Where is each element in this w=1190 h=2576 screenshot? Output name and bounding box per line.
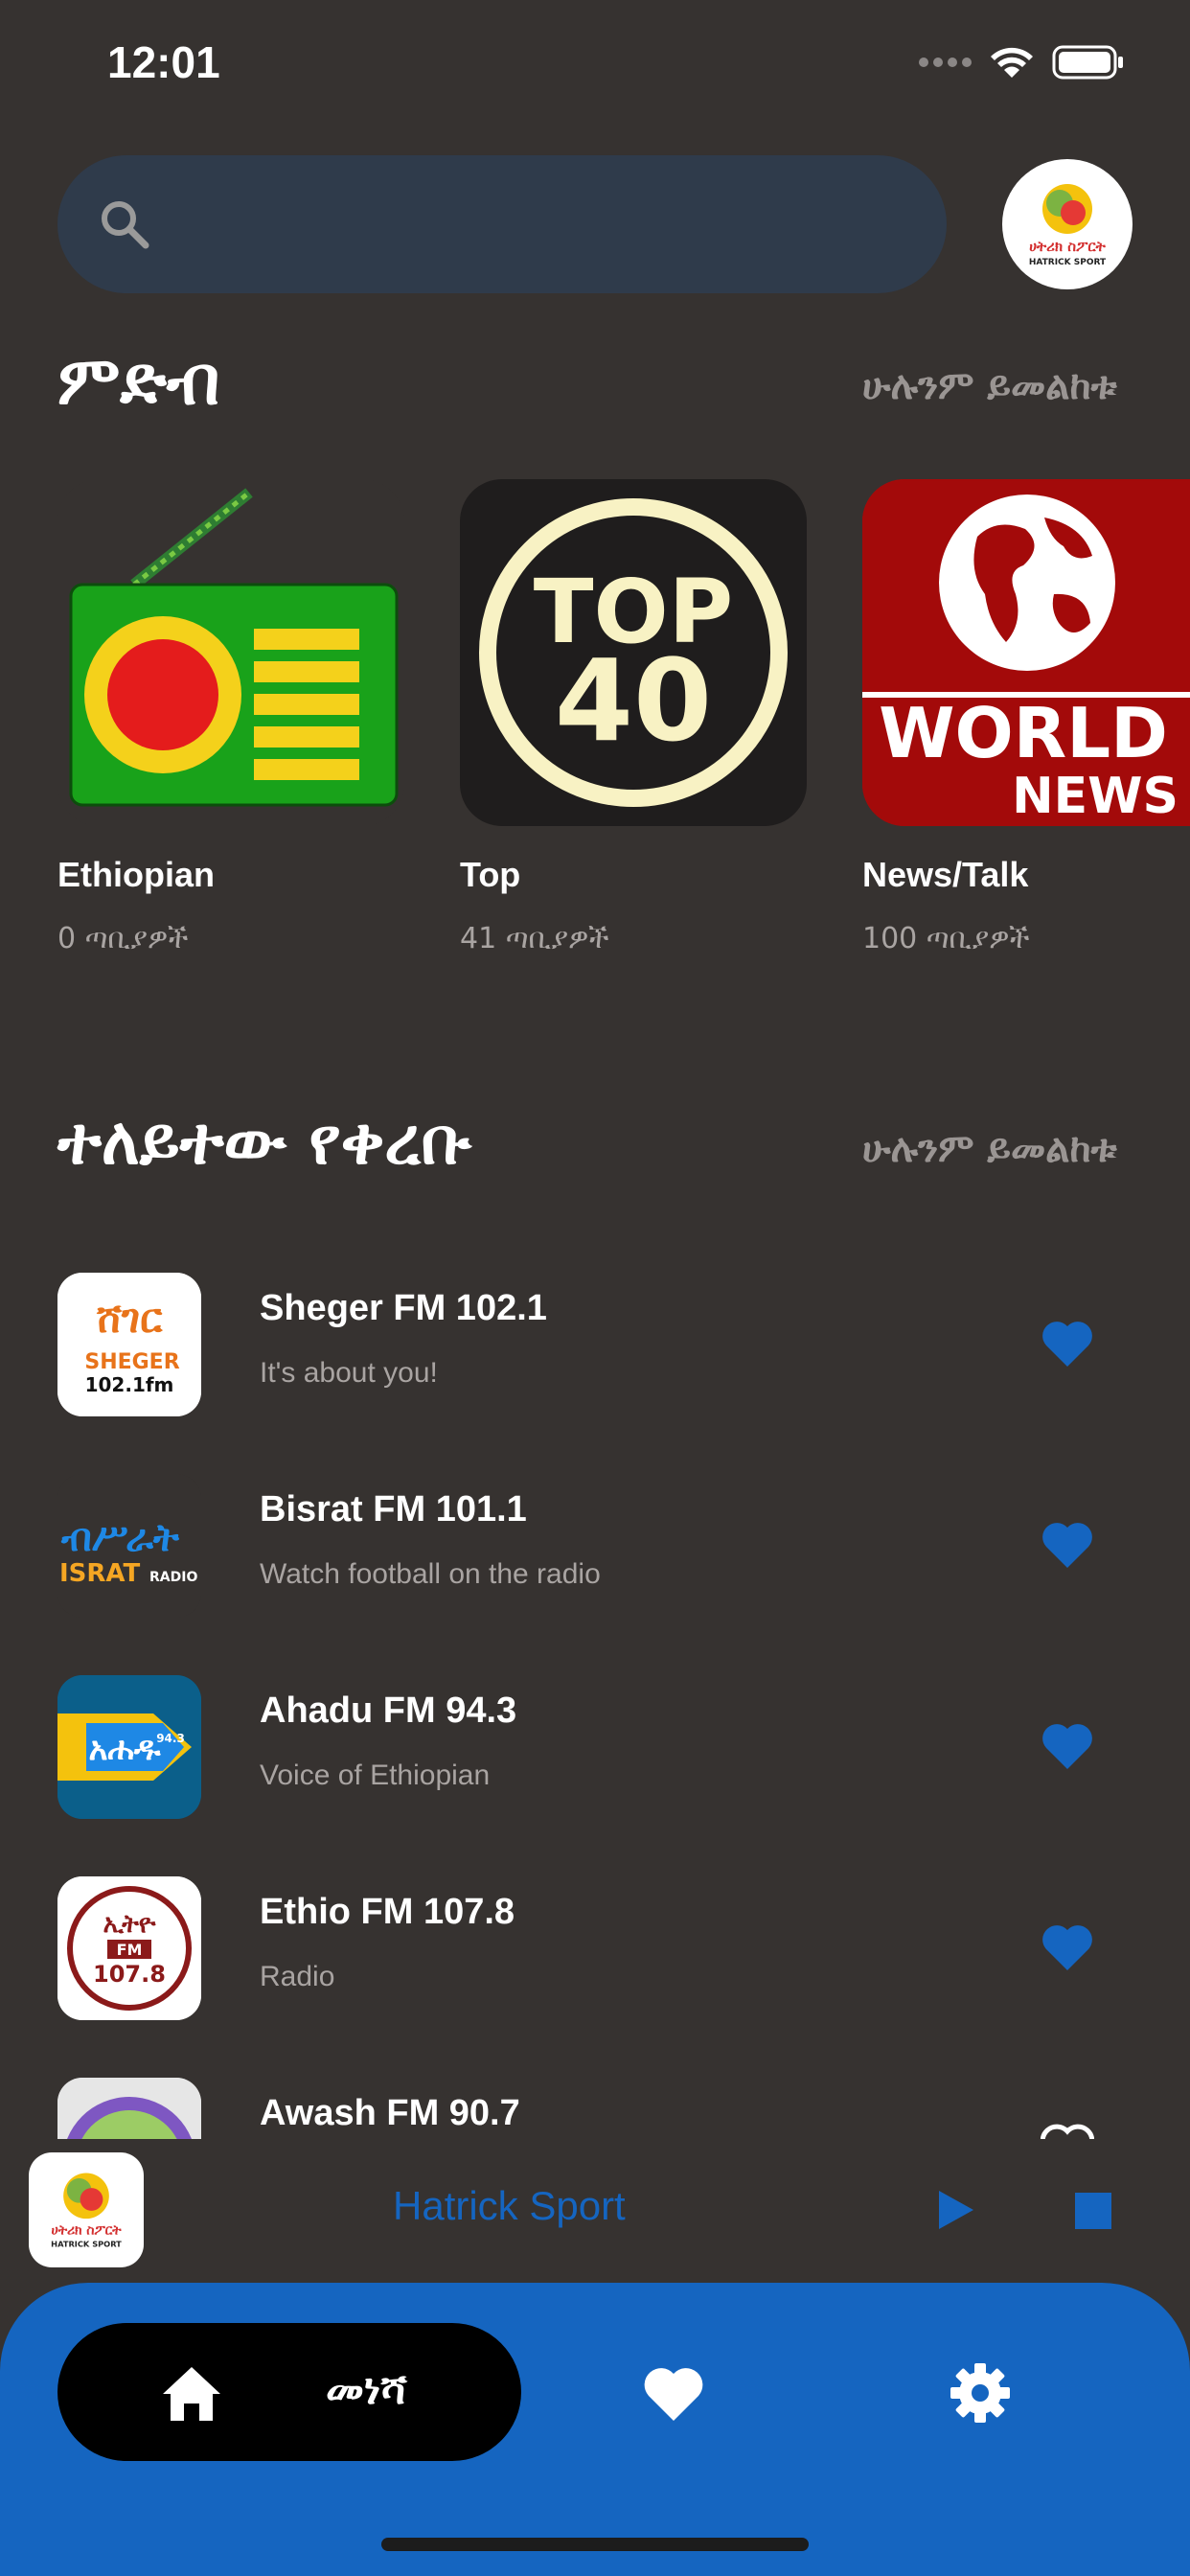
category-count: 41 ጣቢያዎች <box>460 922 609 955</box>
station-subtitle: Voice of Ethiopian <box>260 1760 491 1791</box>
category-name: Top <box>460 855 521 894</box>
search-input[interactable] <box>57 155 947 293</box>
play-icon[interactable] <box>937 2189 975 2231</box>
svg-text:HATRICK SPORT: HATRICK SPORT <box>1029 258 1107 267</box>
nav-settings-gear-icon[interactable] <box>949 2361 1012 2425</box>
station-name: Sheger FM 102.1 <box>260 1288 547 1328</box>
ethiopian-radio-icon <box>57 479 404 826</box>
svg-text:ISRAT: ISRAT <box>59 1559 141 1588</box>
station-row[interactable]: ኢትዮ FM 107.8 Ethio FM 107.8 Radio <box>57 1876 1133 2020</box>
category-count: 0 ጣቢያዎች <box>57 922 189 955</box>
categories-see-all-link[interactable]: ሁሉንም ይመልከቱ <box>862 364 1117 408</box>
svg-text:ሀትሪክ ስፖርት: ሀትሪክ ስፖርት <box>1029 238 1106 255</box>
category-name: News/Talk <box>862 855 1029 894</box>
svg-text:ብሥራት: ብሥራት <box>60 1516 180 1560</box>
svg-text:SHEGER: SHEGER <box>84 1350 179 1374</box>
cellular-signal-icon <box>919 58 972 67</box>
categories-title: ምድብ <box>57 341 220 420</box>
favorite-heart-icon[interactable] <box>1041 1520 1094 1570</box>
favorite-heart-icon[interactable] <box>1041 1922 1094 1972</box>
hatrick-sport-logo: ሀትሪክ ስፖርት HATRICK SPORT <box>1029 184 1107 267</box>
favorite-heart-icon[interactable] <box>1041 1319 1094 1368</box>
svg-text:WORLD: WORLD <box>879 693 1168 773</box>
svg-text:FM: FM <box>117 1941 143 1959</box>
status-icons <box>919 44 1125 80</box>
station-row[interactable]: አሐዱ 94.3 Ahadu FM 94.3 Voice of Ethiopia… <box>57 1675 1133 1819</box>
svg-text:40: 40 <box>555 634 712 767</box>
home-indicator <box>381 2538 809 2551</box>
mini-player[interactable]: ሀትሪክ ስፖርት HATRICK SPORT Hatrick Sport <box>0 2139 1190 2283</box>
now-playing-title: Hatrick Sport <box>393 2183 626 2228</box>
home-icon <box>163 2367 220 2421</box>
nav-home-label: መነሻ <box>326 2365 407 2414</box>
featured-title: ተለይተው የቀረቡ <box>57 1104 471 1180</box>
station-name: Ethio FM 107.8 <box>260 1892 515 1932</box>
svg-text:94.3: 94.3 <box>156 1732 185 1745</box>
top40-icon: TOP 40 <box>460 479 807 826</box>
wifi-icon <box>991 47 1033 78</box>
battery-icon <box>1052 45 1123 80</box>
svg-text:NEWS: NEWS <box>1012 768 1179 825</box>
svg-text:ሸገር: ሸገር <box>96 1295 163 1342</box>
nav-home-tab[interactable]: መነሻ <box>57 2323 521 2461</box>
station-name: Bisrat FM 101.1 <box>260 1489 527 1530</box>
svg-text:102.1fm: 102.1fm <box>85 1373 174 1396</box>
stop-icon[interactable] <box>1075 2193 1111 2229</box>
category-count: 100 ጣቢያዎች <box>862 922 1030 955</box>
search-icon <box>102 201 149 249</box>
svg-text:HATRICK SPORT: HATRICK SPORT <box>51 2240 122 2249</box>
svg-text:ኢትዮ: ኢትዮ <box>103 1910 156 1939</box>
station-name: Ahadu FM 94.3 <box>260 1690 517 1731</box>
mini-player-logo: ሀትሪክ ስፖርት HATRICK SPORT <box>29 2152 144 2267</box>
category-name: Ethiopian <box>57 855 215 894</box>
station-subtitle: Radio <box>260 1961 335 1992</box>
svg-text:107.8: 107.8 <box>93 1961 166 1988</box>
nav-favorites-heart-icon[interactable] <box>642 2365 705 2423</box>
svg-text:ሀትሪክ ስፖርት: ሀትሪክ ስፖርት <box>52 2223 123 2239</box>
station-subtitle: It's about you! <box>260 1357 438 1389</box>
station-row[interactable]: ብሥራት ISRAT RADIO Bisrat FM 101.1 Watch f… <box>57 1474 1133 1618</box>
category-card-ethiopian[interactable]: Ethiopian 0 ጣቢያዎች <box>57 479 404 955</box>
featured-see-all-link[interactable]: ሁሉንም ይመልከቱ <box>862 1127 1117 1171</box>
station-row[interactable]: ሸገር SHEGER 102.1fm Sheger FM 102.1 It's … <box>57 1273 1133 1416</box>
profile-avatar[interactable]: ሀትሪክ ስፖርት HATRICK SPORT <box>1002 159 1133 289</box>
status-bar: 12:01 <box>0 0 1190 134</box>
svg-text:RADIO: RADIO <box>149 1570 197 1585</box>
status-time: 12:01 <box>107 37 220 87</box>
sheger-fm-logo: ሸገር SHEGER 102.1fm <box>57 1273 201 1416</box>
hatrick-sport-logo: ሀትሪክ ስፖርት HATRICK SPORT <box>51 2173 123 2249</box>
category-card-top[interactable]: TOP 40 Top 41 ጣቢያዎች <box>460 479 807 955</box>
station-subtitle: Watch football on the radio <box>260 1558 601 1590</box>
favorite-heart-icon[interactable] <box>1041 1721 1094 1771</box>
ethio-fm-logo: ኢትዮ FM 107.8 <box>57 1876 201 2020</box>
world-news-icon: WORLD NEWS <box>862 479 1190 826</box>
station-name: Awash FM 90.7 <box>260 2093 520 2133</box>
ahadu-fm-logo: አሐዱ 94.3 <box>57 1675 201 1819</box>
bisrat-fm-logo: ብሥራት ISRAT RADIO <box>57 1474 201 1618</box>
svg-text:አሐዱ: አሐዱ <box>89 1730 161 1768</box>
category-card-news-talk[interactable]: WORLD NEWS News/Talk 100 ጣቢያዎች <box>862 479 1190 955</box>
bottom-navigation: መነሻ <box>0 2283 1190 2576</box>
